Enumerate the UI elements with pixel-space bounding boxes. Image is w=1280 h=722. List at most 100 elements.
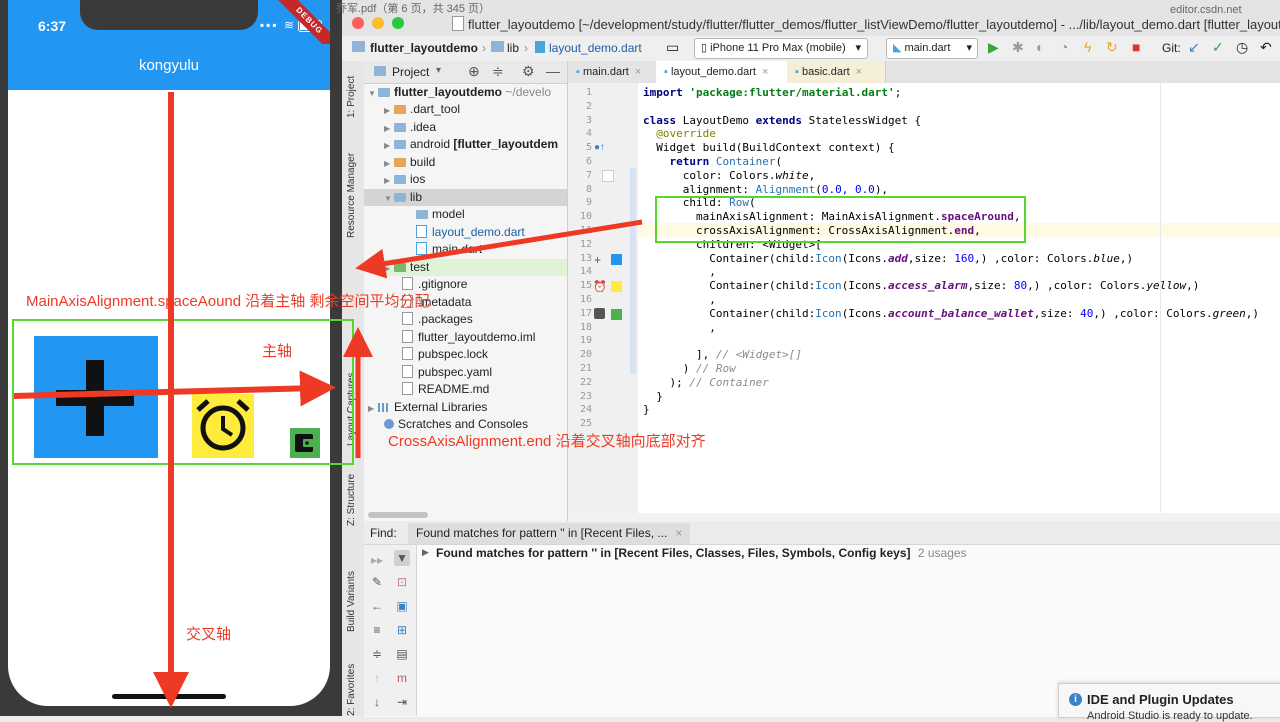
- line-number: 18: [579, 321, 592, 333]
- stop-icon[interactable]: ■: [1132, 40, 1140, 54]
- preview-icon[interactable]: ▣: [394, 598, 410, 614]
- tree-item[interactable]: ▶ test: [384, 259, 567, 276]
- device-selector[interactable]: ▯ iPhone 11 Pro Max (mobile) ▾: [694, 38, 868, 59]
- tree-item[interactable]: ▶ build: [384, 154, 435, 171]
- module-icon[interactable]: ▤: [394, 646, 410, 662]
- breadcrumb-project[interactable]: flutter_layoutdemo: [370, 41, 478, 55]
- tab-basic-dart[interactable]: ▪ basic.dart ×: [787, 61, 886, 83]
- down-icon[interactable]: ↓: [369, 694, 385, 710]
- file-icon: [402, 312, 413, 325]
- tree-item[interactable]: ▶ External Libraries: [368, 399, 487, 416]
- blue-color-swatch[interactable]: [611, 254, 622, 265]
- tree-item[interactable]: ▼ flutter_layoutdemo ~/develo: [368, 84, 551, 101]
- rerun-icon[interactable]: ▸▸: [369, 552, 385, 568]
- hot-reload-icon[interactable]: ϟ: [1084, 40, 1091, 54]
- tree-item-label: main.dart: [432, 242, 483, 256]
- tree-item[interactable]: .packages: [402, 311, 473, 328]
- tool-tab-build-variants[interactable]: Build Variants: [346, 562, 362, 632]
- git-update-icon[interactable]: ↙: [1188, 40, 1200, 54]
- git-commit-icon[interactable]: ✓: [1212, 40, 1224, 54]
- attach-icon[interactable]: ◐: [1036, 40, 1044, 54]
- home-indicator: [112, 694, 226, 699]
- tree-item-selected[interactable]: ▼ lib: [364, 189, 567, 206]
- line-number: 16: [579, 293, 592, 305]
- method-icon[interactable]: m: [394, 670, 410, 686]
- green-color-swatch[interactable]: [611, 309, 622, 320]
- code-token: ,) ,color: Colors.: [1093, 306, 1213, 320]
- tree-item[interactable]: README.md: [402, 381, 489, 398]
- tree-item[interactable]: model: [416, 206, 465, 223]
- tree-item[interactable]: layout_demo.dart: [416, 224, 525, 241]
- document-icon: [452, 16, 464, 31]
- close-icon[interactable]: ×: [635, 66, 641, 78]
- tree-item-label: .gitignore: [418, 277, 468, 291]
- up-icon[interactable]: ↑: [369, 670, 385, 686]
- code-token: alignment:: [643, 182, 756, 196]
- tree-item[interactable]: pubspec.yaml: [402, 364, 492, 381]
- yellow-color-swatch[interactable]: [611, 281, 622, 292]
- close-icon[interactable]: ×: [762, 66, 768, 78]
- close-window-button[interactable]: [352, 17, 364, 29]
- collapse-icon[interactable]: ≑: [369, 646, 385, 662]
- tab-layout-demo-dart[interactable]: ▪ layout_demo.dart ×: [656, 61, 788, 83]
- tree-item[interactable]: pubspec.lock: [402, 346, 488, 363]
- tree-item[interactable]: ▶ .dart_tool: [384, 101, 460, 118]
- minimize-window-button[interactable]: [372, 17, 384, 29]
- tool-tab-resource-manager[interactable]: Resource Manager: [346, 150, 362, 238]
- code-token: Container(child:: [643, 279, 816, 293]
- tree-item-label: External Libraries: [394, 400, 488, 414]
- tree-item[interactable]: flutter_layoutdemo.iml: [402, 329, 535, 346]
- code-token: color: Colors.: [643, 168, 776, 182]
- chevron-down-icon[interactable]: ▾: [436, 65, 441, 76]
- code-token: ,) ,color: Colors.: [974, 251, 1094, 265]
- cross-axis-label: 交叉轴: [186, 626, 232, 643]
- maximize-window-button[interactable]: [392, 17, 404, 29]
- expand-arrow-icon[interactable]: ▶: [422, 547, 429, 558]
- code-token: class: [643, 113, 677, 127]
- breadcrumb-separator-icon: ›: [524, 41, 528, 55]
- tree-item[interactable]: ▶ android [flutter_layoutdem: [384, 136, 558, 153]
- hot-restart-icon[interactable]: ↻: [1106, 40, 1118, 54]
- expand-arrow-icon: ▼: [368, 89, 376, 98]
- filter-icon[interactable]: ▼: [394, 550, 410, 566]
- code-token: (Icons.: [841, 279, 889, 293]
- run-config-selector[interactable]: ◣ main.dart ▾: [886, 38, 978, 59]
- update-notification[interactable]: i IDE and Plugin Updates Android Studio …: [1058, 683, 1280, 722]
- git-history-icon[interactable]: ◷: [1236, 40, 1248, 54]
- group-icon[interactable]: ⊡: [394, 574, 410, 590]
- locate-icon[interactable]: ⊕: [468, 63, 480, 80]
- gear-icon[interactable]: ⚙: [522, 63, 535, 80]
- collapse-all-icon[interactable]: ≑: [492, 63, 504, 80]
- override-marker-icon[interactable]: ●↑: [594, 142, 605, 153]
- tool-tab-favorites[interactable]: 2: Favorites: [346, 664, 362, 716]
- find-results-tab[interactable]: Found matches for pattern '' in [Recent …: [408, 523, 691, 544]
- tool-tab-structure[interactable]: Z: Structure: [346, 470, 362, 526]
- merge-icon[interactable]: ⊞: [394, 622, 410, 638]
- hide-panel-icon[interactable]: —: [546, 63, 560, 79]
- code-comment: // <Widget>[]: [715, 348, 802, 362]
- find-result-summary[interactable]: Found matches for pattern '' in [Recent …: [436, 546, 967, 560]
- breadcrumb-lib[interactable]: lib: [507, 41, 519, 55]
- line-number: 8: [585, 183, 592, 195]
- back-icon[interactable]: ←: [369, 598, 385, 614]
- tree-item[interactable]: ▶ ios: [384, 171, 425, 188]
- project-view-selector[interactable]: Project: [392, 65, 429, 79]
- profile-icon[interactable]: ◔: [1060, 40, 1068, 54]
- export-icon[interactable]: ⇥: [394, 694, 410, 710]
- horizontal-scrollbar[interactable]: [368, 512, 428, 518]
- pin-icon[interactable]: ✎: [369, 574, 385, 590]
- run-icon[interactable]: ▶: [988, 40, 999, 54]
- close-icon[interactable]: ×: [856, 66, 862, 78]
- git-rollback-icon[interactable]: ↶: [1260, 40, 1272, 54]
- device-manager-icon[interactable]: ▭: [666, 40, 679, 54]
- code-token: (: [815, 182, 822, 196]
- folder-icon: [394, 105, 406, 114]
- close-icon[interactable]: ×: [675, 526, 682, 540]
- debug-icon[interactable]: ✱: [1012, 40, 1024, 54]
- tree-item[interactable]: main.dart: [416, 241, 482, 258]
- expand-icon[interactable]: ≡: [369, 622, 385, 638]
- tool-tab-project[interactable]: 1: Project: [346, 70, 362, 118]
- breadcrumb-file[interactable]: layout_demo.dart: [549, 41, 642, 55]
- white-color-swatch[interactable]: [602, 170, 614, 182]
- tree-item[interactable]: ▶ .idea: [384, 119, 436, 136]
